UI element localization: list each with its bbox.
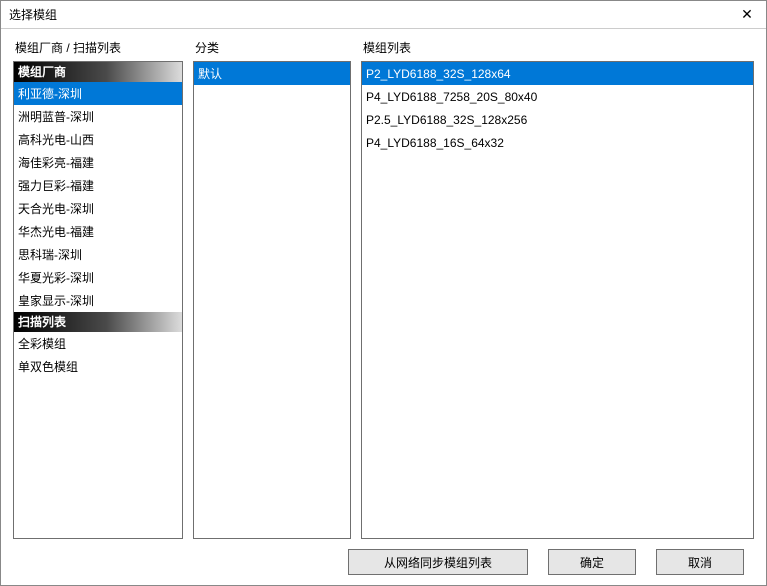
manufacturer-item[interactable]: 思科瑞-深圳 xyxy=(14,243,182,266)
manufacturer-item[interactable]: 海佳彩亮-福建 xyxy=(14,151,182,174)
dialog-title: 选择模组 xyxy=(1,6,728,23)
manufacturer-item[interactable]: 华夏光彩-深圳 xyxy=(14,266,182,289)
close-button[interactable]: ✕ xyxy=(728,1,766,28)
manufacturer-section-header: 模组厂商 xyxy=(14,62,182,82)
manufacturer-column: 模组厂商 / 扫描列表 模组厂商利亚德-深圳洲明蓝普-深圳高科光电-山西海佳彩亮… xyxy=(13,39,183,539)
sync-button-label: 从网络同步模组列表 xyxy=(384,554,492,571)
dialog-footer: 从网络同步模组列表 确定 取消 xyxy=(1,543,766,585)
manufacturer-item[interactable]: 利亚德-深圳 xyxy=(14,82,182,105)
manufacturer-column-label: 模组厂商 / 扫描列表 xyxy=(13,39,183,57)
category-column-label: 分类 xyxy=(193,39,351,57)
module-list-column: 模组列表 P2_LYD6188_32S_128x64P4_LYD6188_725… xyxy=(361,39,754,539)
manufacturer-item[interactable]: 强力巨彩-福建 xyxy=(14,174,182,197)
manufacturer-item[interactable]: 天合光电-深圳 xyxy=(14,197,182,220)
module-list-item[interactable]: P4_LYD6188_16S_64x32 xyxy=(362,131,753,154)
module-list-item[interactable]: P2.5_LYD6188_32S_128x256 xyxy=(362,108,753,131)
category-item[interactable]: 默认 xyxy=(194,62,350,85)
titlebar: 选择模组 ✕ xyxy=(1,1,766,29)
module-list-panel: P2_LYD6188_32S_128x64P4_LYD6188_7258_20S… xyxy=(361,61,754,539)
close-icon: ✕ xyxy=(741,6,753,23)
module-list-item[interactable]: P4_LYD6188_7258_20S_80x40 xyxy=(362,85,753,108)
category-panel: 默认 xyxy=(193,61,351,539)
dialog-window: 选择模组 ✕ 模组厂商 / 扫描列表 模组厂商利亚德-深圳洲明蓝普-深圳高科光电… xyxy=(0,0,767,586)
sync-button[interactable]: 从网络同步模组列表 xyxy=(348,549,528,575)
dialog-content: 模组厂商 / 扫描列表 模组厂商利亚德-深圳洲明蓝普-深圳高科光电-山西海佳彩亮… xyxy=(1,29,766,543)
scan-list-section-header: 扫描列表 xyxy=(14,312,182,332)
manufacturer-panel: 模组厂商利亚德-深圳洲明蓝普-深圳高科光电-山西海佳彩亮-福建强力巨彩-福建天合… xyxy=(13,61,183,539)
module-list-column-label: 模组列表 xyxy=(361,39,754,57)
cancel-button[interactable]: 取消 xyxy=(656,549,744,575)
module-list-item[interactable]: P2_LYD6188_32S_128x64 xyxy=(362,62,753,85)
manufacturer-item[interactable]: 高科光电-山西 xyxy=(14,128,182,151)
ok-button[interactable]: 确定 xyxy=(548,549,636,575)
manufacturer-item[interactable]: 华杰光电-福建 xyxy=(14,220,182,243)
scan-list-item[interactable]: 单双色模组 xyxy=(14,355,182,378)
ok-button-label: 确定 xyxy=(580,554,604,571)
manufacturer-item[interactable]: 皇家显示-深圳 xyxy=(14,289,182,312)
category-column: 分类 默认 xyxy=(193,39,351,539)
cancel-button-label: 取消 xyxy=(688,554,712,571)
manufacturer-item[interactable]: 洲明蓝普-深圳 xyxy=(14,105,182,128)
scan-list-item[interactable]: 全彩模组 xyxy=(14,332,182,355)
